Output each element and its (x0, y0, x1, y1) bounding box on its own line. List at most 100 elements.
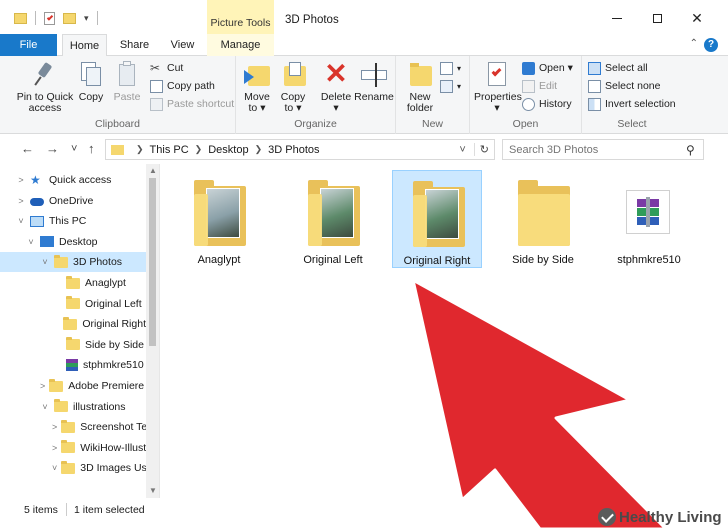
copy-icon (78, 60, 104, 88)
delete-button[interactable]: ✕ Delete ▾ (318, 60, 354, 114)
title-bar: ▾ Picture Tools 3D Photos ✕ (0, 0, 728, 34)
nav-pane-scrollbar[interactable]: ▲ ▼ (146, 164, 159, 498)
copy-to-button[interactable]: Copy to ▾ (278, 60, 308, 114)
chevron-right-icon[interactable]: > (40, 381, 45, 391)
nav-item-label: This PC (49, 215, 87, 228)
scroll-up-icon[interactable]: ▲ (149, 166, 157, 175)
tab-view[interactable]: View (160, 34, 205, 56)
chevron-down-icon[interactable]: ˅ (40, 402, 50, 412)
tab-manage[interactable]: Manage (207, 34, 274, 56)
copy-to-icon (280, 60, 306, 88)
nav-item-label: stphmkre510 (83, 359, 144, 372)
copy-button[interactable]: Copy (76, 60, 106, 103)
nav-item-screenshot-temp[interactable]: > Screenshot Temp (0, 417, 146, 437)
chevron-right-icon[interactable]: > (52, 443, 57, 453)
nav-item-illustrations[interactable]: ˅ illustrations (0, 397, 146, 417)
chevron-down-icon[interactable]: ˅ (40, 257, 50, 267)
ribbon-tabs: File Home Share View Manage ⌃ ? (0, 34, 728, 57)
chevron-right-icon[interactable]: > (16, 196, 26, 206)
nav-item-side-by-side[interactable]: Side by Side (0, 335, 146, 355)
clipboard-group-label: Clipboard (95, 118, 140, 130)
invert-selection-button[interactable]: Invert selection (588, 96, 676, 113)
search-input[interactable] (502, 139, 704, 160)
search-icon[interactable]: ⚲ (686, 143, 695, 157)
paste-shortcut-label: Paste shortcut (167, 98, 235, 110)
minimize-icon[interactable] (609, 10, 625, 26)
forward-icon[interactable]: → (46, 141, 59, 156)
properties-icon[interactable] (44, 11, 55, 25)
nav-item-original-right[interactable]: Original Right (0, 314, 146, 334)
watermark-text: Healthy Living (619, 508, 722, 526)
maximize-icon[interactable] (649, 10, 665, 26)
pin-to-quick-access-button[interactable]: Pin to Quick access (14, 60, 76, 114)
new-folder-icon (407, 60, 433, 88)
file-item-anaglypt[interactable]: Anaglypt (174, 170, 264, 268)
select-all-button[interactable]: Select all (588, 60, 648, 77)
scroll-down-icon[interactable]: ▼ (149, 486, 157, 495)
address-dropdown-icon[interactable]: ˅ (459, 144, 465, 156)
help-icon[interactable]: ? (704, 38, 718, 52)
nav-item-quick-access[interactable]: > ★ Quick access (0, 170, 146, 190)
folder-icon (308, 180, 360, 246)
new-folder-button[interactable]: New folder (404, 60, 436, 114)
nav-item-adobe-premiere-el[interactable]: > Adobe Premiere El (0, 376, 146, 396)
breadcrumb-3d-photos[interactable]: 3D Photos (268, 144, 319, 156)
nav-item-wikihow-illustra[interactable]: > WikiHow-Illustra (0, 438, 146, 458)
tab-file[interactable]: File (0, 34, 57, 56)
properties-icon (484, 60, 510, 88)
new-folder-icon[interactable] (63, 12, 76, 24)
collapse-ribbon-icon[interactable]: ⌃ (690, 38, 698, 49)
copy-path-icon (150, 80, 163, 93)
paste-button[interactable]: Paste (110, 60, 144, 103)
nav-item-anaglypt[interactable]: Anaglypt (0, 273, 146, 293)
close-icon[interactable]: ✕ (689, 10, 705, 26)
paste-shortcut-icon (150, 98, 163, 111)
recent-locations-icon[interactable]: ˅ (71, 143, 77, 155)
new-item-button[interactable]: ▾ (440, 60, 461, 77)
nav-item-label: Quick access (49, 174, 112, 186)
chevron-down-icon[interactable]: ˅ (26, 237, 36, 247)
nav-item-3d-images-usin[interactable]: ˅ 3D Images Usin (0, 458, 146, 478)
select-none-button[interactable]: Select none (588, 78, 660, 95)
open-button[interactable]: Open ▾ (522, 60, 573, 77)
open-icon (522, 62, 535, 75)
copy-path-button[interactable]: Copy path (150, 78, 215, 95)
breadcrumb-this-pc[interactable]: This PC (150, 144, 189, 156)
select-none-label: Select none (605, 80, 661, 92)
easy-access-button[interactable]: ▾ (440, 78, 461, 95)
properties-button[interactable]: Properties ▾ (474, 60, 522, 114)
folder-icon[interactable] (14, 12, 27, 24)
customize-toolbar-icon[interactable]: ▾ (84, 13, 89, 24)
nav-item-onedrive[interactable]: > OneDrive (0, 191, 146, 211)
refresh-icon[interactable]: ↻ (473, 143, 494, 156)
file-item-side-by-side[interactable]: Side by Side (498, 170, 588, 268)
nav-item-this-pc[interactable]: ˅ This PC (0, 211, 146, 231)
up-icon[interactable]: ↑ (88, 141, 95, 156)
rename-button[interactable]: Rename (354, 60, 394, 103)
chevron-right-icon[interactable]: > (52, 422, 57, 432)
nav-item-original-left[interactable]: Original Left (0, 294, 146, 314)
copy-to-label-line2: to ▾ (284, 102, 302, 114)
scrollbar-thumb[interactable] (149, 178, 156, 346)
chevron-down-icon[interactable]: ˅ (52, 463, 57, 473)
file-item-original-right[interactable]: Original Right (392, 170, 482, 268)
tab-home[interactable]: Home (62, 34, 107, 57)
cut-button[interactable]: ✂ Cut (150, 60, 183, 77)
edit-button[interactable]: Edit (522, 78, 557, 95)
move-to-button[interactable]: Move to ▾ (242, 60, 272, 114)
nav-item-desktop[interactable]: ˅ Desktop (0, 232, 146, 252)
picture-tools-context-label: Picture Tools (207, 0, 274, 34)
tab-share[interactable]: Share (112, 34, 157, 56)
breadcrumb-desktop[interactable]: Desktop (208, 144, 248, 156)
chevron-down-icon[interactable]: ˅ (16, 216, 26, 226)
nav-item-label: Side by Side (85, 338, 144, 351)
history-button[interactable]: History (522, 96, 572, 113)
paste-shortcut-button[interactable]: Paste shortcut (150, 96, 234, 113)
nav-item-3d-photos[interactable]: ˅ 3D Photos (0, 252, 146, 273)
address-bar[interactable]: ❯ This PC ❯ Desktop ❯ 3D Photos ˅ ↻ (105, 139, 495, 160)
file-item-original-left[interactable]: Original Left (288, 170, 378, 268)
back-icon[interactable]: ← (21, 141, 34, 156)
nav-item-stphmkre510[interactable]: stphmkre510 (0, 355, 146, 375)
file-item-stphmkre510[interactable]: stphmkre510 (604, 170, 694, 268)
chevron-right-icon[interactable]: > (16, 175, 26, 185)
